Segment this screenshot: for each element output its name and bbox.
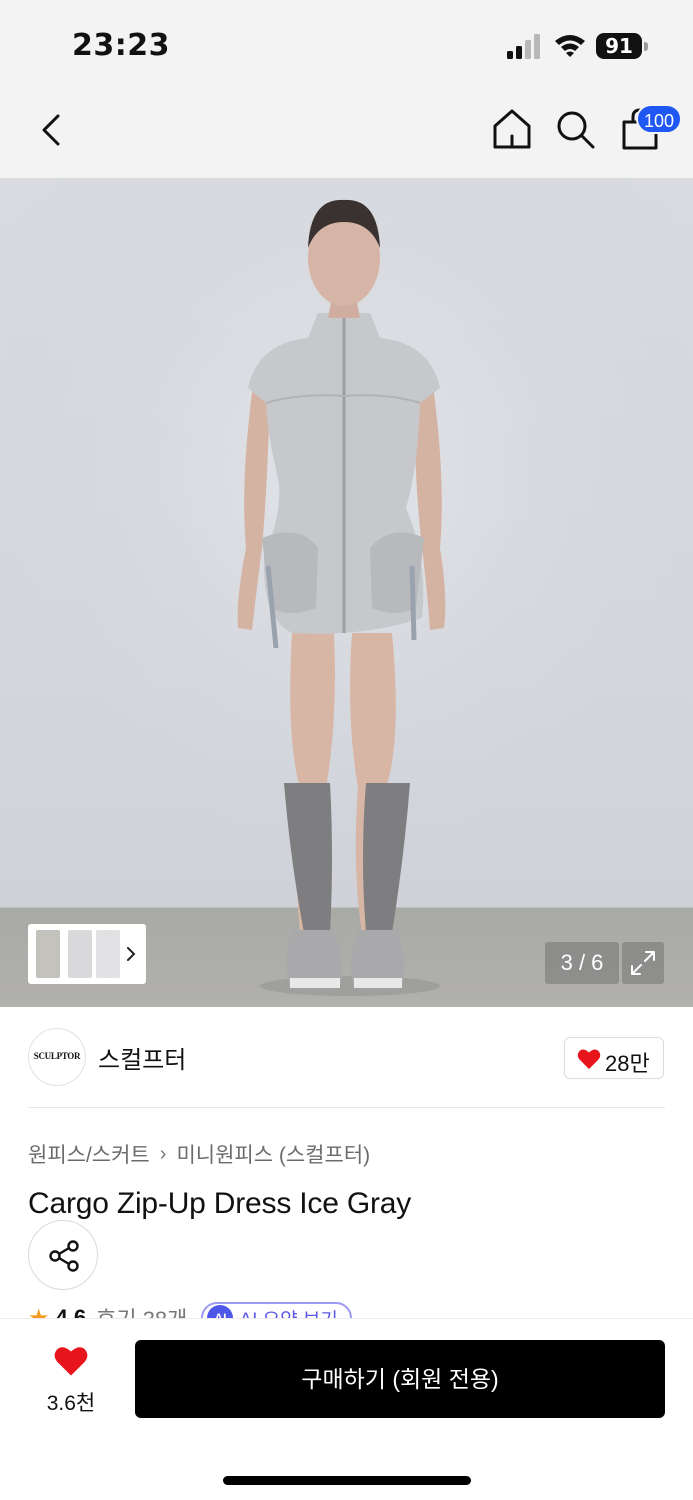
brand-like-count: 28만	[605, 1051, 650, 1076]
back-arrow-icon[interactable]	[34, 108, 70, 152]
home-indicator	[223, 1476, 471, 1485]
brand-logo[interactable]: SCULPTOR	[28, 1028, 86, 1086]
status-time: 23:23	[72, 28, 170, 63]
wifi-icon	[555, 35, 585, 57]
home-icon[interactable]	[490, 106, 534, 152]
wishlist-count: 3.6천	[46, 1392, 96, 1415]
heart-icon	[54, 1347, 88, 1376]
battery-icon: 91	[596, 33, 648, 59]
expand-button[interactable]	[622, 942, 664, 984]
thumbnail-strip[interactable]	[28, 924, 146, 984]
breadcrumb: 원피스/스커트 › 미니원피스 (스컬프터)	[28, 1139, 370, 1169]
search-icon[interactable]	[554, 108, 596, 150]
chevron-right-icon: ›	[159, 1142, 167, 1165]
top-bar: 23:23 91 100	[0, 0, 693, 178]
model-photo	[0, 178, 693, 996]
wishlist-button[interactable]: 3.6천	[36, 1345, 106, 1415]
divider	[28, 1107, 665, 1108]
expand-icon	[631, 951, 655, 975]
buy-button[interactable]: 구매하기 (회원 전용)	[135, 1340, 665, 1418]
cart-count-badge[interactable]: 100	[636, 104, 682, 134]
share-button[interactable]	[28, 1220, 98, 1290]
brand-name[interactable]: 스컬프터	[98, 1040, 186, 1075]
battery-level: 91	[596, 33, 642, 59]
breadcrumb-subcategory[interactable]: 미니원피스 (스컬프터)	[176, 1139, 370, 1169]
thumbnail-dress[interactable]	[96, 930, 120, 978]
share-icon	[49, 1240, 79, 1272]
cellular-signal-icon	[507, 34, 540, 59]
image-counter: 3 / 6	[545, 942, 619, 984]
brand-logo-text: SCULPTOR	[33, 1051, 81, 1061]
product-image[interactable]: 3 / 6	[0, 178, 693, 1007]
product-title: Cargo Zip-Up Dress Ice Gray	[28, 1187, 412, 1220]
breadcrumb-category[interactable]: 원피스/스커트	[28, 1139, 150, 1169]
thumbnail-jacket[interactable]	[68, 930, 92, 978]
heart-icon	[577, 1049, 601, 1069]
thumbnail-vest[interactable]	[36, 930, 60, 978]
chevron-right-icon	[127, 947, 136, 961]
brand-like-button[interactable]: 28만	[564, 1037, 664, 1079]
